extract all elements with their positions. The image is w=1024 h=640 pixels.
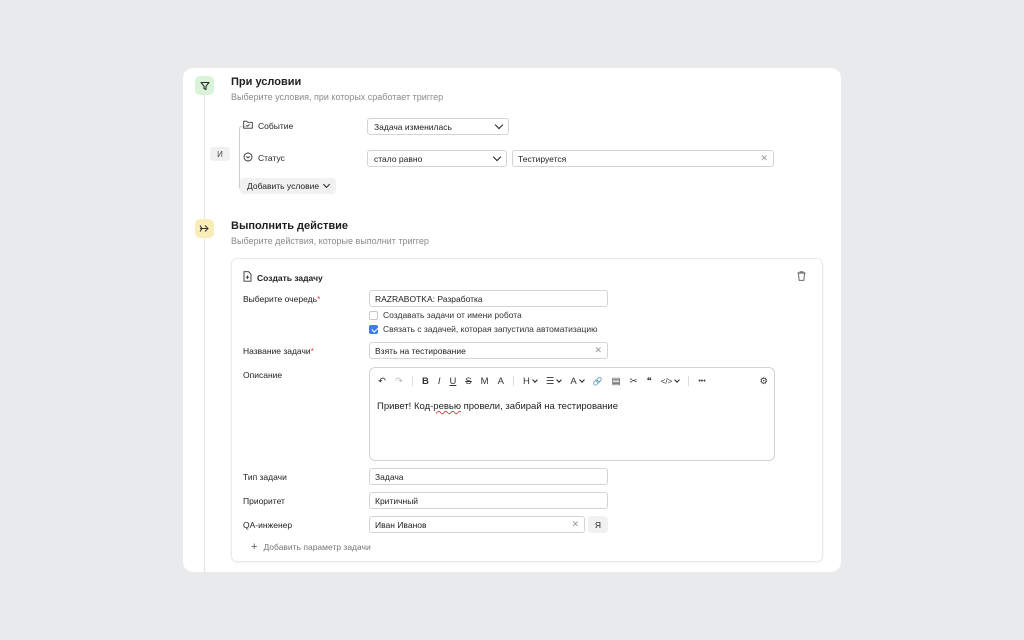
underline-icon[interactable]: U [449, 376, 456, 387]
status-value-input[interactable]: Тестируется ✕ [512, 150, 774, 167]
queue-label: Выберите очередь* [243, 294, 321, 304]
list-icon[interactable]: ☰ [546, 376, 563, 387]
add-parameter-label: Добавить параметр задачи [263, 542, 371, 552]
redo-icon[interactable]: ↷ [395, 376, 403, 387]
link-checkbox-label: Связать с задачей, которая запустила авт… [383, 324, 598, 334]
bold-icon[interactable]: B [422, 376, 429, 387]
assign-me-button[interactable]: Я [588, 516, 608, 533]
add-parameter-button[interactable]: + Добавить параметр задачи [251, 541, 371, 553]
description-text: Привет! Код-ревью провели, забирай на те… [377, 401, 619, 412]
status-label: Статус [258, 153, 285, 163]
folder-icon [243, 120, 253, 131]
task-type-input[interactable]: Задача [369, 468, 608, 485]
condition-row-event: Событие [243, 120, 293, 131]
italic-icon[interactable]: I [438, 376, 441, 387]
operator-select[interactable]: стало равно [367, 150, 507, 167]
chevron-down-icon [674, 376, 681, 383]
task-name-input[interactable]: Взять на тестирование ✕ [369, 342, 608, 359]
trigger-card: При условии Выберите условия, при которы… [183, 68, 841, 572]
clear-icon[interactable]: ✕ [760, 153, 768, 164]
undo-icon[interactable]: ↶ [378, 376, 386, 387]
chevron-down-icon [531, 376, 538, 383]
action-subtitle: Выберите действия, которые выполнит триг… [231, 236, 429, 246]
timeline-line [204, 94, 205, 572]
task-name-label: Название задачи* [243, 346, 314, 356]
card-header: Создать задачу [243, 269, 323, 287]
robot-checkbox-row[interactable]: Создавать задачи от имени робота [369, 310, 522, 320]
text-size-icon[interactable]: A [498, 376, 504, 387]
link-checkbox[interactable] [369, 324, 378, 334]
chevron-down-icon [556, 376, 563, 383]
description-editor[interactable]: ↶ ↷ B I U S M A H ☰ A 🔗 ▤ ✂ ❝ </> ••• ⚙ … [369, 367, 775, 461]
filter-icon [195, 76, 214, 95]
note-icon[interactable]: ▤ [612, 376, 621, 387]
code-icon[interactable]: </> [661, 376, 681, 386]
arrow-action-icon [195, 219, 214, 238]
priority-input[interactable]: Критичный [369, 492, 608, 509]
action-title: Выполнить действие [231, 220, 349, 232]
settings-icon[interactable]: ⚙ [759, 376, 768, 387]
text-color-icon[interactable]: A [570, 376, 585, 387]
qa-value: Иван Иванов [375, 519, 427, 530]
queue-value: RAZRABOTKA: Разработка [375, 293, 483, 304]
editor-toolbar: ↶ ↷ B I U S M A H ☰ A 🔗 ▤ ✂ ❝ </> ••• ⚙ [378, 374, 768, 388]
condition-title: При условии [231, 76, 302, 88]
add-condition-button[interactable]: Добавить условие [240, 178, 337, 194]
and-operator[interactable]: И [210, 147, 230, 161]
priority-value: Критичный [375, 495, 419, 506]
strikethrough-icon[interactable]: S [465, 376, 471, 387]
condition-row-status: Статус [243, 152, 285, 164]
priority-label: Приоритет [243, 496, 285, 506]
robot-checkbox-label: Создавать задачи от имени робота [383, 310, 522, 320]
new-document-icon [243, 269, 252, 287]
event-label: Событие [258, 120, 294, 131]
chevron-down-icon [323, 180, 331, 189]
link-icon[interactable]: 🔗 [593, 377, 603, 386]
qa-input[interactable]: Иван Иванов ✕ [369, 516, 585, 533]
qa-label: QA-инженер [243, 520, 293, 530]
cut-icon[interactable]: ✂ [630, 376, 638, 387]
create-task-card: Создать задачу Выберите очередь* RAZRABO… [231, 258, 823, 562]
operator-select-value: стало равно [374, 153, 423, 164]
event-select-value: Задача изменилась [374, 121, 452, 132]
plus-icon: + [251, 541, 258, 553]
chevron-down-icon [492, 152, 502, 162]
queue-input[interactable]: RAZRABOTKA: Разработка [369, 290, 608, 307]
clear-icon[interactable]: ✕ [571, 519, 579, 530]
toolbar-divider [512, 376, 514, 386]
status-value: Тестируется [518, 153, 567, 164]
event-select[interactable]: Задача изменилась [367, 118, 509, 135]
description-label: Описание [243, 370, 283, 380]
add-condition-label: Добавить условие [247, 181, 320, 191]
robot-checkbox[interactable] [369, 310, 378, 320]
heading-icon[interactable]: H [523, 376, 538, 387]
chevron-down-icon [578, 376, 585, 383]
toolbar-divider [411, 376, 413, 386]
link-checkbox-row[interactable]: Связать с задачей, которая запустила авт… [369, 324, 598, 334]
status-circle-icon [243, 152, 253, 164]
clear-icon[interactable]: ✕ [594, 345, 602, 356]
condition-subtitle: Выберите условия, при которых сработает … [231, 92, 444, 102]
more-icon[interactable]: ••• [698, 378, 705, 385]
quote-icon[interactable]: ❝ [647, 376, 652, 387]
chevron-down-icon [494, 120, 504, 130]
task-name-value: Взять на тестирование [375, 345, 466, 356]
toolbar-divider [688, 376, 690, 386]
task-type-label: Тип задачи [243, 472, 287, 482]
monospace-icon[interactable]: M [481, 376, 489, 387]
card-title: Создать задачу [257, 273, 323, 283]
trash-icon[interactable] [797, 268, 806, 286]
task-type-value: Задача [375, 471, 404, 482]
